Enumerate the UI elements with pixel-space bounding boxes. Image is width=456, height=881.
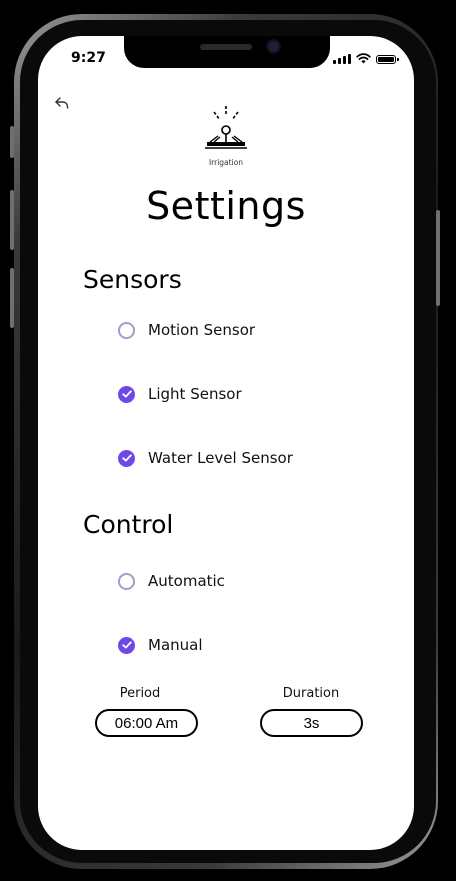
period-label: Period bbox=[119, 686, 161, 701]
battery-icon bbox=[376, 55, 399, 64]
automatic-label: Automatic bbox=[148, 572, 225, 590]
automatic-option[interactable]: Automatic bbox=[118, 572, 225, 590]
motion-sensor-option[interactable]: Motion Sensor bbox=[118, 321, 255, 339]
app-screen: 9:27 Irrigation Settings Sensors Motion … bbox=[38, 36, 414, 850]
logo-label: Irrigation bbox=[208, 158, 244, 167]
volume-up-button bbox=[10, 190, 14, 250]
light-sensor-label: Light Sensor bbox=[148, 385, 242, 403]
status-time: 9:27 bbox=[71, 50, 106, 66]
light-sensor-option[interactable]: Light Sensor bbox=[118, 385, 242, 403]
light-sensor-radio[interactable] bbox=[118, 385, 135, 403]
volume-down-button bbox=[10, 268, 14, 328]
control-heading: Control bbox=[83, 510, 174, 539]
motion-sensor-radio[interactable] bbox=[118, 321, 135, 339]
water-level-sensor-radio[interactable] bbox=[118, 449, 135, 467]
status-icons bbox=[333, 52, 399, 64]
sensors-heading: Sensors bbox=[83, 265, 182, 294]
notch bbox=[124, 36, 330, 68]
cellular-signal-icon bbox=[333, 53, 351, 64]
manual-option[interactable]: Manual bbox=[118, 636, 203, 654]
motion-sensor-label: Motion Sensor bbox=[148, 321, 256, 339]
manual-label: Manual bbox=[148, 636, 203, 654]
power-button bbox=[436, 210, 440, 306]
water-level-sensor-option[interactable]: Water Level Sensor bbox=[118, 449, 293, 467]
checkmark-icon bbox=[121, 390, 132, 398]
manual-radio[interactable] bbox=[118, 636, 135, 654]
front-camera bbox=[268, 41, 279, 52]
automatic-radio[interactable] bbox=[118, 572, 135, 590]
checkmark-icon bbox=[121, 454, 132, 462]
water-level-sensor-label: Water Level Sensor bbox=[148, 449, 293, 467]
duration-label: Duration bbox=[282, 686, 340, 701]
mute-switch bbox=[10, 126, 14, 158]
back-icon[interactable] bbox=[52, 94, 72, 114]
wifi-icon bbox=[356, 53, 371, 64]
period-field[interactable]: 06:00 Am bbox=[95, 709, 198, 737]
page-title: Settings bbox=[146, 184, 306, 228]
duration-field[interactable]: 3s bbox=[260, 709, 363, 737]
speaker-grille bbox=[200, 44, 252, 50]
checkmark-icon bbox=[121, 641, 132, 649]
